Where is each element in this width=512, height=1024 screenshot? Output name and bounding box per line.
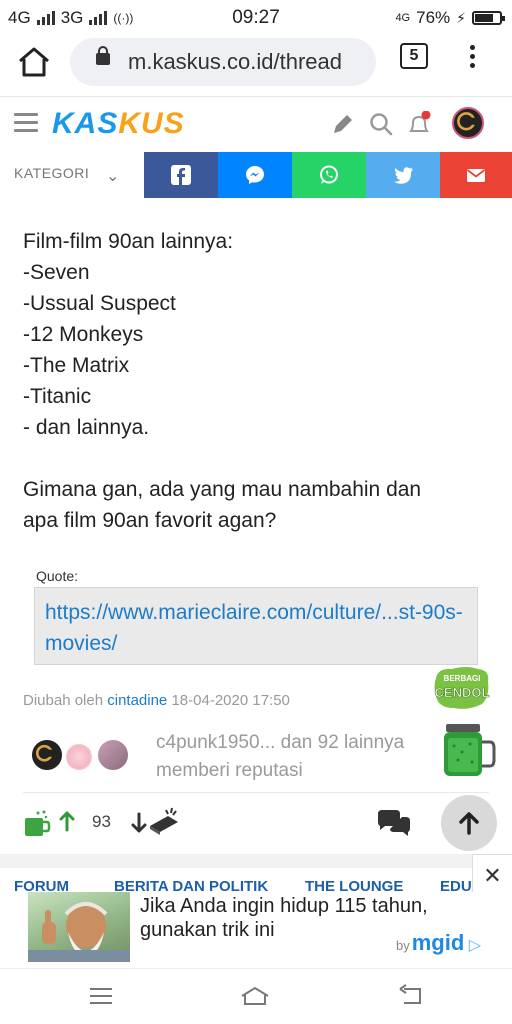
ad-line1: Jika Anda ingin hidup 115 tahun, [140,895,428,917]
avatar-emblem-icon [35,744,55,762]
ad-play-icon: ▷ [464,937,482,954]
scroll-top-button[interactable] [441,795,497,851]
logo-part-2: KUS [118,107,185,140]
quote-link[interactable]: https://www.marieclaire.com/culture/...s… [45,601,463,655]
user-avatar[interactable] [452,107,484,139]
status-right: 4G 76% ⚡ [395,8,505,28]
notification-bell-icon[interactable] [406,111,432,137]
post-question: Gimana gan, ada yang mau nambahin dan [23,478,422,501]
edit-prefix: Diubah oleh [23,692,104,709]
close-icon: ✕ [483,862,502,888]
tab-switcher-button[interactable]: 5 [400,43,428,69]
browser-toolbar: m.kaskus.co.id/thread 5 [0,34,512,94]
avatar-emblem-icon [457,112,477,131]
system-nav-bar [0,968,512,1024]
bata-brick-icon[interactable] [148,806,180,836]
overflow-menu-icon[interactable] [462,42,482,72]
post-body: Film-film 90an lainnya: -Seven -Ussual S… [23,226,493,536]
network-label-4g-right: 4G [395,12,411,24]
ad-banner[interactable]: Jika Anda ingin hidup 115 tahun, gunakan… [0,892,512,966]
berbagi-cendol-badge[interactable]: BERBAGI CENDOL [432,664,492,712]
facebook-icon [171,165,191,185]
chevron-down-icon: ⌄ [106,168,120,185]
post-question: apa film 90an favorit agan? [23,509,277,532]
site-header: KASKUS [0,96,512,152]
charging-icon: ⚡ [456,9,466,26]
cendol-cup-icon[interactable] [22,808,52,838]
comment-icon[interactable] [376,808,412,838]
share-messenger-button[interactable] [218,152,292,198]
status-bar: 4G 3G ((·)) 09:27 4G 76% ⚡ [0,0,512,34]
back-nav-icon[interactable] [396,983,426,1009]
ad-image[interactable] [28,892,130,962]
logo-part-1: KAS [52,107,119,140]
search-icon[interactable] [368,111,394,137]
email-icon [466,169,486,182]
home-nav-icon[interactable] [240,983,270,1009]
post-line: Film-film 90an lainnya: [23,230,234,253]
editor-username-link[interactable]: cintadine [107,692,167,709]
post-actions: 93 [22,806,492,846]
section-separator [0,854,512,868]
ad-brand-name: mgid [411,930,465,955]
upvote-arrow-icon[interactable] [58,810,76,832]
lock-icon [96,46,110,65]
whatsapp-icon [320,165,338,184]
cendol-jar-icon[interactable] [440,722,496,780]
reputation-line1: c4punk1950... dan 92 lainnya [156,732,405,753]
quote-box: https://www.marieclaire.com/culture/...s… [34,587,478,665]
avatar [30,738,64,772]
pencil-icon[interactable] [330,111,356,137]
category-label: KATEGORI [14,165,90,181]
category-share-bar: KATEGORI ⌄ [0,152,512,198]
reputation-line2: memberi reputasi [156,760,303,781]
avatar [64,742,94,772]
downvote-arrow-icon[interactable] [130,812,148,834]
ad-photo-old-man [28,902,130,962]
post-line: -Ussual Suspect [23,292,176,315]
cendol-badge-line1: BERBAGI [444,674,481,683]
share-twitter-button[interactable] [366,152,440,198]
reputation-avatars[interactable] [30,738,140,774]
post-line: - dan lainnya. [23,416,150,439]
hamburger-menu-icon[interactable] [14,113,38,133]
arrow-up-icon [459,812,479,835]
home-icon[interactable] [16,44,52,80]
battery-icon [472,11,505,25]
quote-label: Quote: [36,568,79,584]
close-ad-button[interactable]: ✕ [472,854,512,896]
edit-datetime: 18-04-2020 17:50 [171,692,290,709]
url-text[interactable]: m.kaskus.co.id/thread [128,49,368,75]
reputation-text[interactable]: c4punk1950... dan 92 lainnya memberi rep… [156,729,436,785]
divider [23,792,489,793]
twitter-icon [394,167,413,184]
cendol-badge-line2: CENDOL [435,685,490,700]
address-bar[interactable]: m.kaskus.co.id/thread [70,38,376,86]
kaskus-logo[interactable]: KASKUS [52,107,185,141]
share-email-button[interactable] [440,152,512,198]
recent-apps-icon[interactable] [86,983,116,1009]
messenger-icon [246,166,264,184]
battery-fill [475,14,494,22]
share-whatsapp-button[interactable] [292,152,366,198]
post-line: -12 Monkeys [23,323,144,346]
post-line: -The Matrix [23,354,130,377]
ad-brand[interactable]: bymgid ▷ [396,930,481,956]
battery-percent: 76% [416,8,451,27]
share-facebook-button[interactable] [144,152,218,198]
vote-count: 93 [92,812,111,831]
post-line: -Seven [23,261,90,284]
avatar [96,738,130,772]
category-dropdown[interactable]: KATEGORI ⌄ [0,152,144,198]
ad-by: by [396,938,410,953]
edit-info: Diubah oleh cintadine 18-04-2020 17:50 [23,692,290,709]
post-line: -Titanic [23,385,92,408]
